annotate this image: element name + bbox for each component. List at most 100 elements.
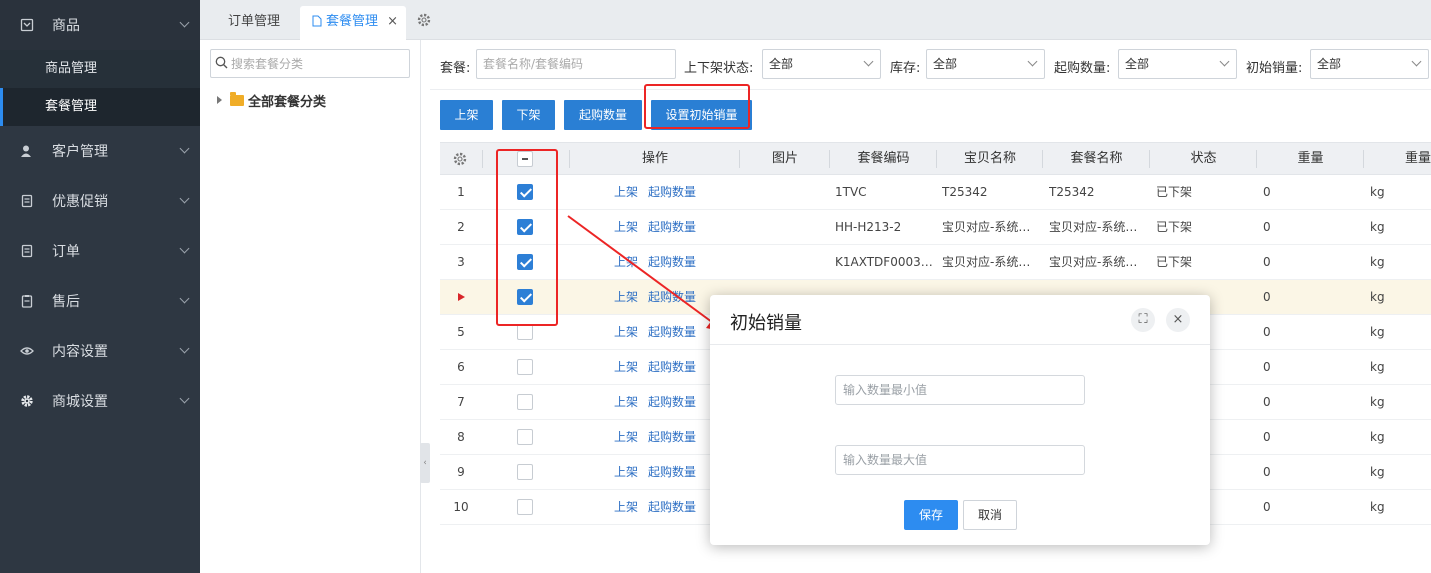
- row-checkbox[interactable]: [517, 289, 533, 305]
- tab-package-management[interactable]: 套餐管理 ×: [300, 6, 406, 40]
- gear-icon[interactable]: [416, 12, 432, 28]
- expand-arrow-icon[interactable]: [217, 96, 222, 104]
- expand-icon[interactable]: ⛶: [1131, 308, 1155, 332]
- tab-order-management[interactable]: 订单管理: [228, 6, 280, 40]
- row-checkbox[interactable]: [517, 184, 533, 200]
- min-qty-link[interactable]: 起购数量: [648, 420, 696, 454]
- close-icon[interactable]: ×: [387, 6, 398, 38]
- weight: 0: [1263, 185, 1271, 199]
- weight-unit: kg: [1370, 220, 1385, 234]
- tab-bar: 订单管理 套餐管理 ×: [200, 0, 1431, 40]
- column-header-package-name[interactable]: 套餐名称: [1043, 143, 1150, 174]
- min-qty-button[interactable]: 起购数量: [564, 100, 642, 130]
- row-checkbox[interactable]: [517, 359, 533, 375]
- shelf-on-link[interactable]: 上架: [614, 490, 638, 524]
- panel-collapse-handle[interactable]: ‹: [420, 443, 430, 483]
- cancel-button[interactable]: 取消: [963, 500, 1017, 530]
- row-checkbox[interactable]: [517, 394, 533, 410]
- column-header-weight-unit[interactable]: 重量单: [1364, 143, 1431, 174]
- nav-group-promotions[interactable]: 优惠促销: [0, 176, 200, 226]
- shelf-on-link[interactable]: 上架: [614, 245, 638, 279]
- nav-group-goods[interactable]: 商品: [0, 0, 200, 50]
- table-row[interactable]: 1 上架 起购数量 1TVC T25342 T25342 已下架 0 kg: [440, 175, 1431, 210]
- weight-unit: kg: [1370, 395, 1385, 409]
- min-qty-link[interactable]: 起购数量: [648, 280, 696, 314]
- max-value-input[interactable]: [836, 446, 1084, 474]
- row-checkbox[interactable]: [517, 324, 533, 340]
- category-search[interactable]: [210, 49, 410, 78]
- shelf-on-link[interactable]: 上架: [614, 385, 638, 419]
- package-filter-input[interactable]: [477, 50, 675, 78]
- min-qty-link[interactable]: 起购数量: [648, 315, 696, 349]
- set-init-sales-button[interactable]: 设置初始销量: [651, 100, 752, 130]
- column-header-weight[interactable]: 重量: [1257, 143, 1364, 174]
- min-qty-link[interactable]: 起购数量: [648, 350, 696, 384]
- min-qty-link[interactable]: 起购数量: [648, 210, 696, 244]
- nav-group-content-settings[interactable]: 内容设置: [0, 326, 200, 376]
- sidebar-item-goods-management[interactable]: 商品管理: [0, 50, 200, 88]
- min-qty-link[interactable]: 起购数量: [648, 490, 696, 524]
- shelf-on-link[interactable]: 上架: [614, 280, 638, 314]
- max-value-field[interactable]: [835, 445, 1085, 475]
- chevron-down-icon: [179, 243, 190, 254]
- row-checkbox[interactable]: [517, 499, 533, 515]
- shelf-on-link[interactable]: 上架: [614, 455, 638, 489]
- column-header-status[interactable]: 状态: [1150, 143, 1257, 174]
- weight-unit: kg: [1370, 325, 1385, 339]
- current-row-marker-icon: [458, 293, 465, 301]
- min-value-input[interactable]: [836, 376, 1084, 404]
- column-header-image[interactable]: 图片: [740, 143, 830, 174]
- shelf-on-link[interactable]: 上架: [614, 315, 638, 349]
- list-icon: [20, 244, 34, 258]
- row-checkbox[interactable]: [517, 254, 533, 270]
- status-select-value: 全部: [769, 57, 794, 71]
- package-filter[interactable]: [476, 49, 676, 79]
- package-code: HH-H213-2: [835, 220, 902, 234]
- stock-select[interactable]: 全部: [926, 49, 1045, 79]
- weight: 0: [1263, 290, 1271, 304]
- column-header-item-name[interactable]: 宝贝名称: [937, 143, 1043, 174]
- shelf-on-link[interactable]: 上架: [614, 175, 638, 209]
- table-row[interactable]: 2 上架 起购数量 HH-H213-2 宝贝对应-系统… 宝贝对应-系统… 已下架 0 kg: [440, 210, 1431, 245]
- shelf-on-link[interactable]: 上架: [614, 210, 638, 244]
- row-number: 9: [457, 465, 465, 479]
- column-header-actions[interactable]: 操作: [570, 143, 740, 174]
- shelf-on-link[interactable]: 上架: [614, 350, 638, 384]
- weight: 0: [1263, 325, 1271, 339]
- coupon-icon: [20, 194, 34, 208]
- row-number: 5: [457, 325, 465, 339]
- shelf-on-link[interactable]: 上架: [614, 420, 638, 454]
- gear-icon[interactable]: [452, 151, 468, 170]
- sidebar-item-package-management[interactable]: 套餐管理: [0, 88, 200, 126]
- nav-group-after-sales[interactable]: 售后: [0, 276, 200, 326]
- package-code: 1TVC: [835, 185, 867, 199]
- min-qty-select[interactable]: 全部: [1118, 49, 1237, 79]
- min-qty-link[interactable]: 起购数量: [648, 175, 696, 209]
- table-header: 操作 图片 套餐编码 宝贝名称 套餐名称 状态 重量 重量单: [440, 142, 1431, 175]
- min-qty-link[interactable]: 起购数量: [648, 455, 696, 489]
- eye-icon: [20, 344, 34, 358]
- shelf-off-button[interactable]: 下架: [502, 100, 555, 130]
- row-checkbox[interactable]: [517, 429, 533, 445]
- nav-group-mall-settings[interactable]: 商城设置: [0, 376, 200, 426]
- item-name: 宝贝对应-系统…: [942, 255, 1031, 269]
- chevron-down-icon: [179, 293, 190, 304]
- column-header-package-code[interactable]: 套餐编码: [830, 143, 937, 174]
- min-qty-link[interactable]: 起购数量: [648, 245, 696, 279]
- save-button[interactable]: 保存: [904, 500, 958, 530]
- nav-group-customers[interactable]: 客户管理: [0, 126, 200, 176]
- close-icon[interactable]: ×: [1166, 308, 1190, 332]
- row-checkbox[interactable]: [517, 464, 533, 480]
- tree-node-all-categories[interactable]: 全部套餐分类: [217, 90, 326, 110]
- row-number: 1: [457, 185, 465, 199]
- min-value-field[interactable]: [835, 375, 1085, 405]
- category-search-input[interactable]: [231, 52, 406, 76]
- row-checkbox[interactable]: [517, 219, 533, 235]
- status-select[interactable]: 全部: [762, 49, 881, 79]
- nav-group-orders[interactable]: 订单: [0, 226, 200, 276]
- init-sales-select[interactable]: 全部: [1310, 49, 1429, 79]
- shelf-on-button[interactable]: 上架: [440, 100, 493, 130]
- min-qty-link[interactable]: 起购数量: [648, 385, 696, 419]
- table-row[interactable]: 3 上架 起购数量 K1AXTDF0003… 宝贝对应-系统… 宝贝对应-系统… 已下架 0 k…: [440, 245, 1431, 280]
- select-all-checkbox[interactable]: [517, 151, 533, 167]
